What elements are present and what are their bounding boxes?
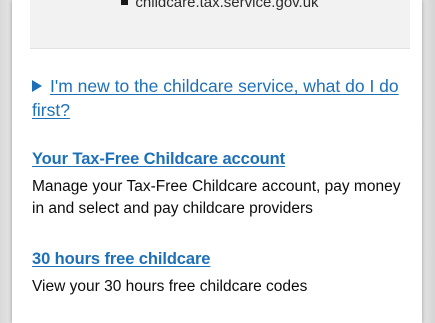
lock-icon	[121, 0, 129, 5]
url-text: childcare.tax.service.gov.uk	[135, 0, 319, 11]
phone-screen: childcare.tax.service.gov.uk I'm new to …	[12, 0, 422, 323]
details-summary-link[interactable]: I'm new to the childcare service, what d…	[32, 74, 402, 122]
tax-free-childcare-description: Manage your Tax-Free Childcare account, …	[32, 178, 401, 217]
tax-free-childcare-account-link[interactable]: Your Tax-Free Childcare account	[32, 150, 285, 169]
disclosure-triangle-icon	[32, 80, 42, 92]
30-hours-description: View your 30 hours free childcare codes	[32, 278, 308, 295]
main-content: I'm new to the childcare service, what d…	[32, 74, 402, 295]
url-display[interactable]: childcare.tax.service.gov.uk	[30, 0, 410, 11]
details-summary-text: I'm new to the childcare service, what d…	[32, 76, 399, 120]
section-30-hours: 30 hours free childcare View your 30 hou…	[32, 250, 402, 298]
section-tax-free-childcare: Your Tax-Free Childcare account Manage y…	[32, 150, 402, 220]
30-hours-free-childcare-link[interactable]: 30 hours free childcare	[32, 250, 210, 269]
address-bar[interactable]: childcare.tax.service.gov.uk	[30, 0, 410, 49]
